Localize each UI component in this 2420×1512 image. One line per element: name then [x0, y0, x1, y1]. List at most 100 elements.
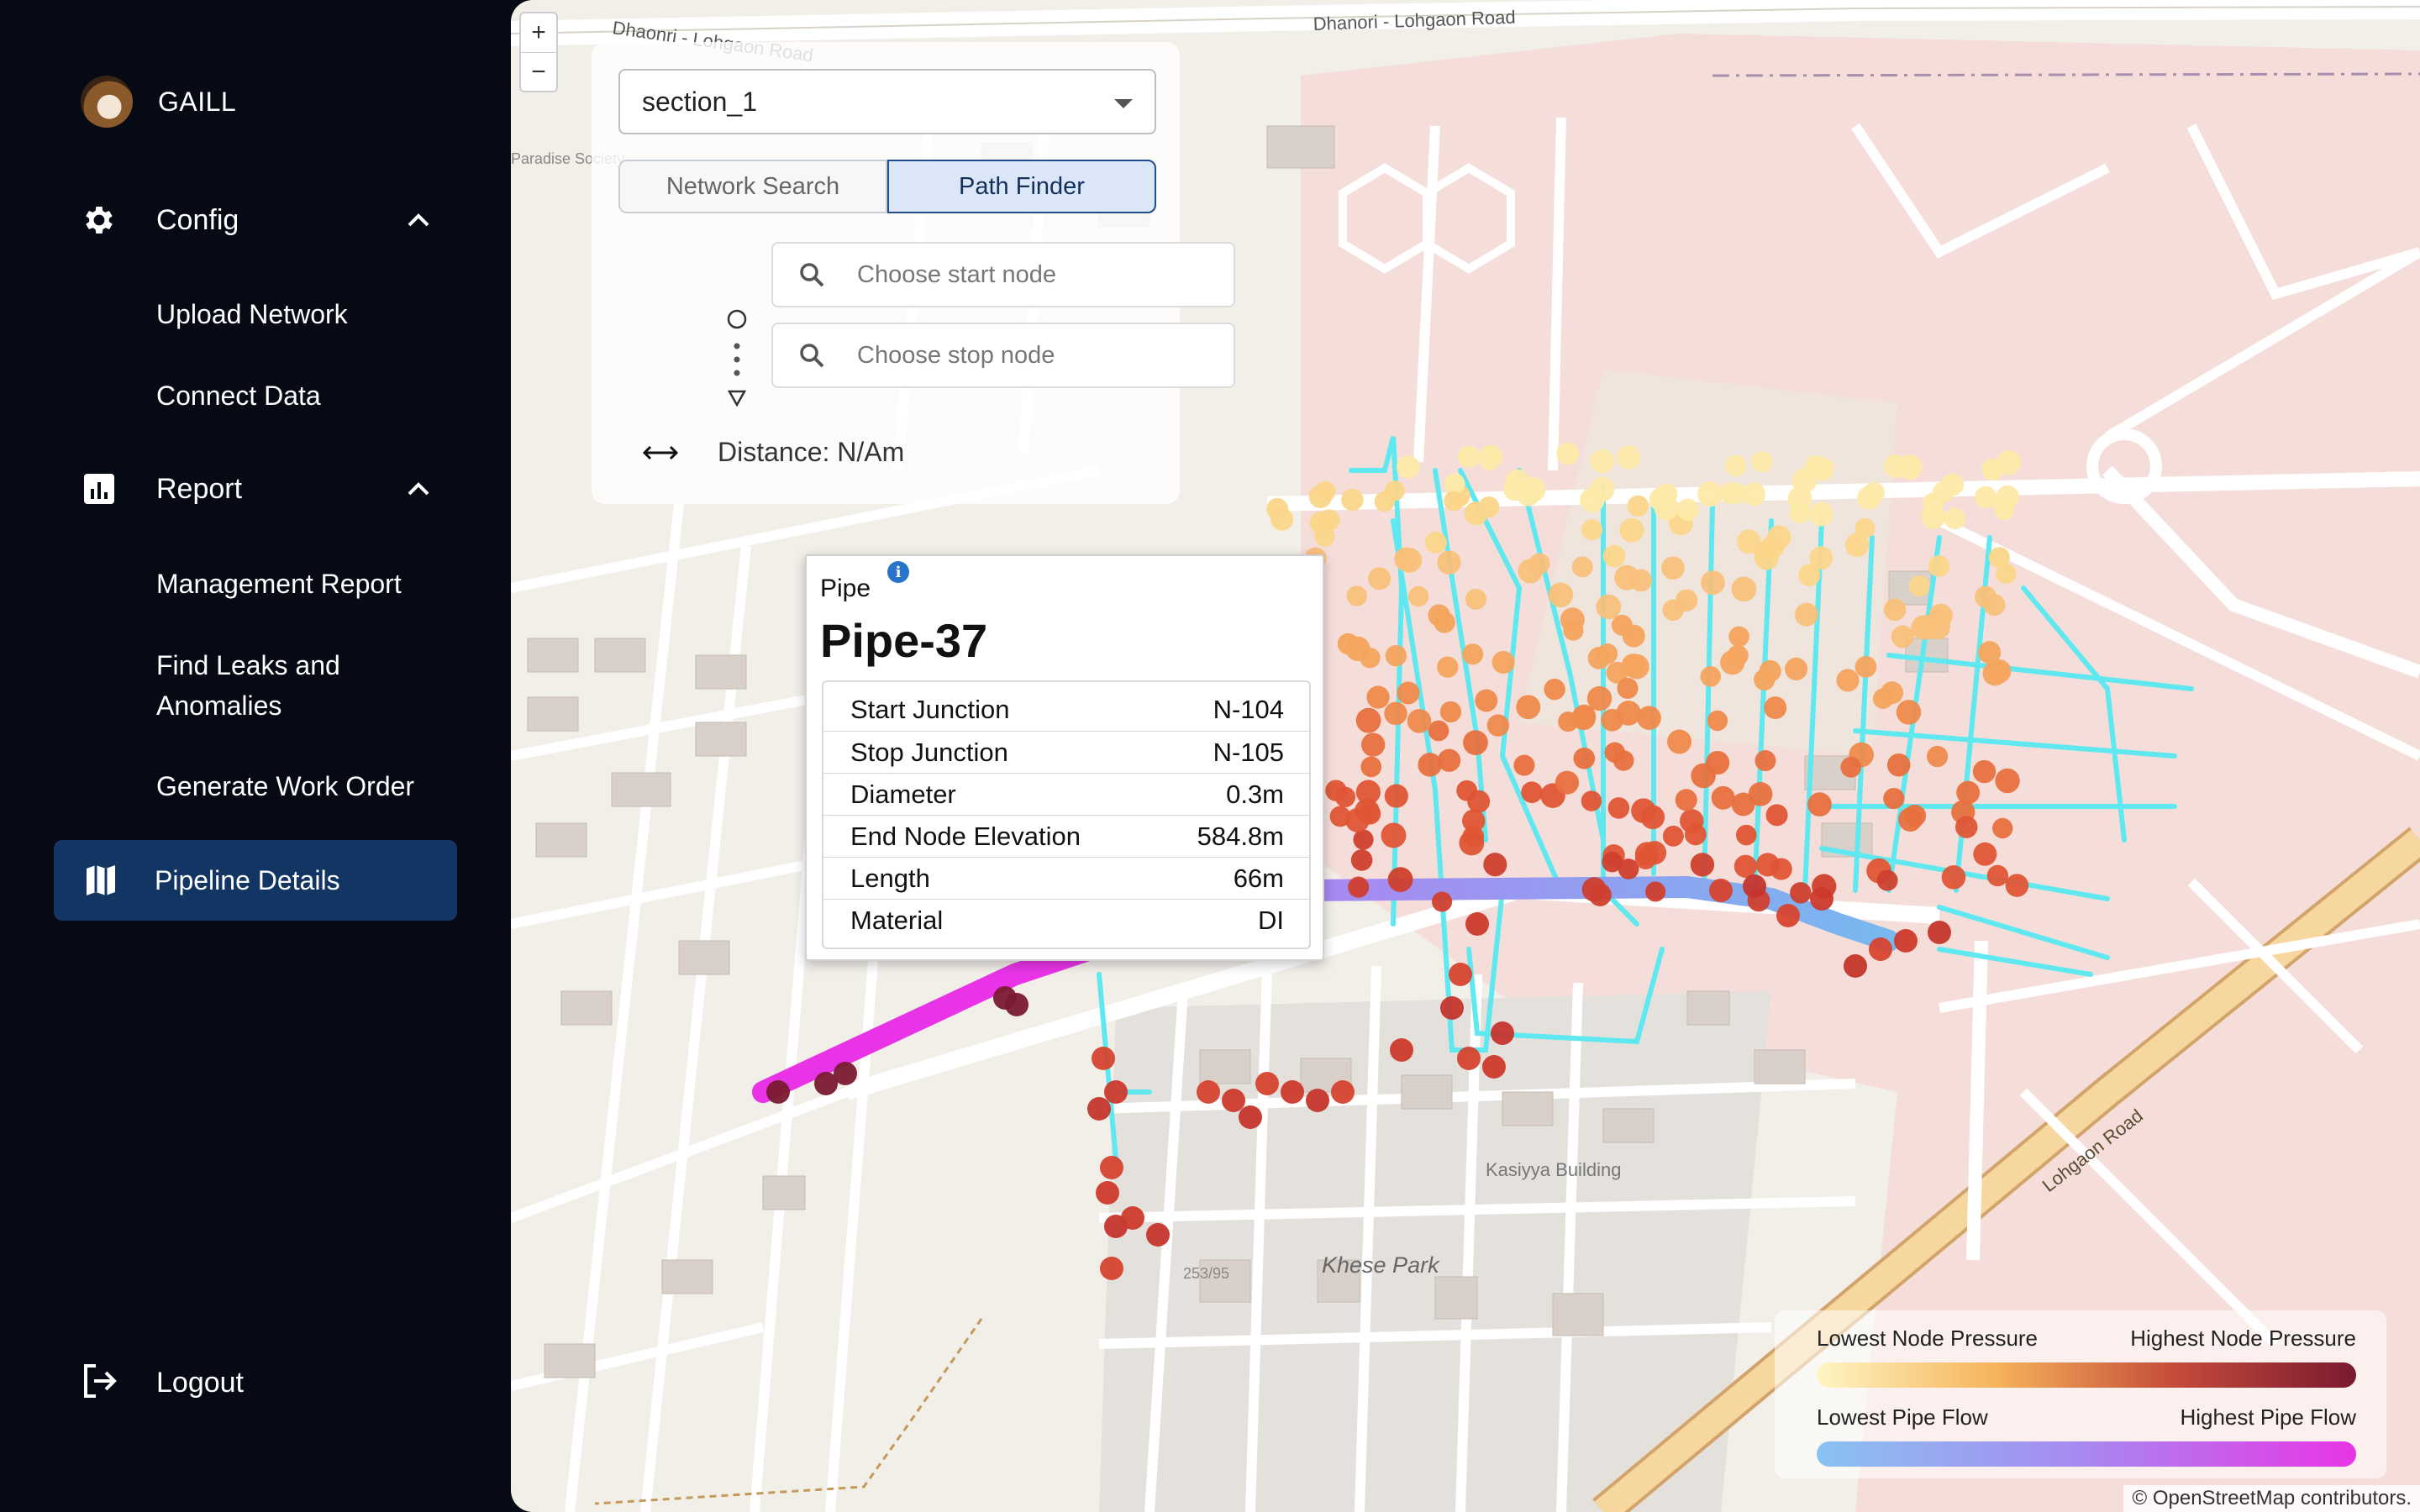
pressure-node[interactable] — [1759, 659, 1781, 683]
pressure-node[interactable] — [1619, 517, 1644, 543]
pressure-node[interactable] — [1896, 700, 1922, 725]
pressure-node[interactable] — [1602, 544, 1626, 568]
pressure-node[interactable] — [1844, 954, 1867, 978]
chevron-up-icon[interactable] — [403, 474, 434, 504]
pressure-node[interactable] — [1662, 825, 1684, 847]
pressure-node[interactable] — [1580, 487, 1605, 513]
nav-generate-work-order[interactable]: Generate Work Order — [156, 766, 414, 806]
pressure-node[interactable] — [1331, 1080, 1355, 1104]
pressure-node[interactable] — [1387, 867, 1413, 893]
pressure-node[interactable] — [1121, 1206, 1144, 1230]
pressure-node[interactable] — [1087, 1097, 1111, 1121]
nav-config[interactable]: Config — [81, 202, 434, 239]
pressure-node[interactable] — [1766, 525, 1791, 549]
pressure-node[interactable] — [1754, 750, 1776, 772]
pressure-node[interactable] — [1348, 876, 1370, 898]
pressure-node[interactable] — [766, 1080, 790, 1104]
pressure-node[interactable] — [1462, 825, 1485, 848]
pressure-node[interactable] — [1923, 492, 1944, 514]
pressure-node[interactable] — [1596, 594, 1622, 620]
pressure-node[interactable] — [1146, 1223, 1170, 1247]
pressure-node[interactable] — [1475, 689, 1498, 712]
pressure-node[interactable] — [1581, 519, 1603, 541]
pressure-node[interactable] — [1836, 669, 1860, 692]
pressure-node[interactable] — [1733, 854, 1757, 878]
pressure-node[interactable] — [1791, 468, 1818, 493]
pressure-node[interactable] — [1100, 1156, 1123, 1179]
pressure-node[interactable] — [1709, 879, 1733, 902]
pressure-node[interactable] — [1325, 780, 1347, 801]
pressure-node[interactable] — [1891, 625, 1914, 648]
pressure-node[interactable] — [1807, 792, 1832, 816]
pressure-node[interactable] — [1424, 531, 1447, 554]
pressure-node[interactable] — [1197, 1080, 1220, 1104]
pressure-node[interactable] — [1776, 904, 1800, 927]
pressure-node[interactable] — [1544, 678, 1565, 701]
pressure-node[interactable] — [1467, 790, 1491, 813]
pressure-node[interactable] — [1437, 748, 1461, 772]
nav-connect-data[interactable]: Connect Data — [156, 375, 321, 416]
chevron-up-icon[interactable] — [403, 205, 434, 235]
pressure-node[interactable] — [1894, 929, 1918, 953]
pressure-node[interactable] — [1872, 688, 1894, 709]
pressure-node[interactable] — [1711, 785, 1735, 810]
pressure-node[interactable] — [1876, 869, 1898, 891]
nav-pipeline-details[interactable]: Pipeline Details — [54, 840, 457, 921]
pressure-node[interactable] — [1449, 963, 1472, 986]
pressure-node[interactable] — [1661, 556, 1685, 580]
pressure-node[interactable] — [1857, 486, 1881, 511]
pressure-node[interactable] — [1437, 656, 1459, 678]
pressure-node[interactable] — [1995, 768, 2020, 794]
pressure-node[interactable] — [1571, 556, 1593, 578]
pressure-node[interactable] — [1883, 598, 1907, 622]
pressure-node[interactable] — [1996, 450, 2022, 475]
pressure-node[interactable] — [1385, 644, 1407, 667]
pressure-node[interactable] — [1742, 482, 1765, 507]
pressure-node[interactable] — [1637, 706, 1661, 731]
pressure-node[interactable] — [1785, 657, 1808, 680]
pressure-node[interactable] — [1581, 877, 1607, 902]
pressure-node[interactable] — [1396, 455, 1420, 479]
pressure-node[interactable] — [1731, 792, 1755, 816]
pressure-node[interactable] — [1571, 706, 1597, 731]
pressure-node[interactable] — [1381, 822, 1407, 848]
pressure-node[interactable] — [1684, 823, 1707, 846]
pressure-node[interactable] — [1809, 546, 1833, 570]
pressure-node[interactable] — [1428, 720, 1449, 742]
pressure-node[interactable] — [1560, 607, 1585, 633]
pressure-node[interactable] — [1255, 1072, 1279, 1095]
pressure-node[interactable] — [1675, 789, 1697, 811]
pressure-node[interactable] — [1724, 454, 1747, 476]
pressure-node[interactable] — [1513, 754, 1535, 776]
pressure-node[interactable] — [1482, 1055, 1506, 1079]
pressure-node[interactable] — [1627, 495, 1649, 517]
logout-button[interactable]: Logout — [81, 1362, 244, 1404]
tab-path-finder[interactable]: Path Finder — [887, 160, 1156, 213]
pressure-node[interactable] — [1397, 548, 1423, 573]
stop-node-input[interactable]: Choose stop node — [771, 323, 1235, 388]
pressure-node[interactable] — [1590, 449, 1615, 474]
pressure-node[interactable] — [1611, 614, 1633, 636]
pressure-node[interactable] — [1355, 798, 1380, 824]
pressure-node[interactable] — [1701, 570, 1725, 595]
map-canvas[interactable]: Dhanori - Lohgaon Road Dhaonri - Lohgaon… — [511, 0, 2420, 1512]
pressure-node[interactable] — [1840, 756, 1862, 778]
pressure-node[interactable] — [1973, 842, 1997, 866]
pressure-node[interactable] — [2005, 874, 2029, 897]
pressure-node[interactable] — [1308, 485, 1333, 508]
pressure-node[interactable] — [1104, 1080, 1128, 1104]
pressure-node[interactable] — [1463, 730, 1488, 755]
pressure-node[interactable] — [1928, 921, 1951, 944]
pressure-node[interactable] — [1854, 656, 1877, 678]
pressure-node[interactable] — [1100, 1257, 1123, 1280]
pressure-node[interactable] — [1518, 559, 1543, 584]
pressure-node[interactable] — [1092, 1047, 1115, 1070]
pressure-node[interactable] — [1408, 585, 1429, 607]
pressure-node[interactable] — [1634, 848, 1657, 870]
pressure-node[interactable] — [1691, 763, 1716, 789]
start-node-input[interactable]: Choose start node — [771, 242, 1235, 307]
zoom-in-button[interactable]: + — [521, 13, 556, 52]
pressure-node[interactable] — [1621, 654, 1646, 678]
section-select[interactable]: section_1 — [618, 69, 1156, 134]
pressure-node[interactable] — [1735, 824, 1757, 846]
